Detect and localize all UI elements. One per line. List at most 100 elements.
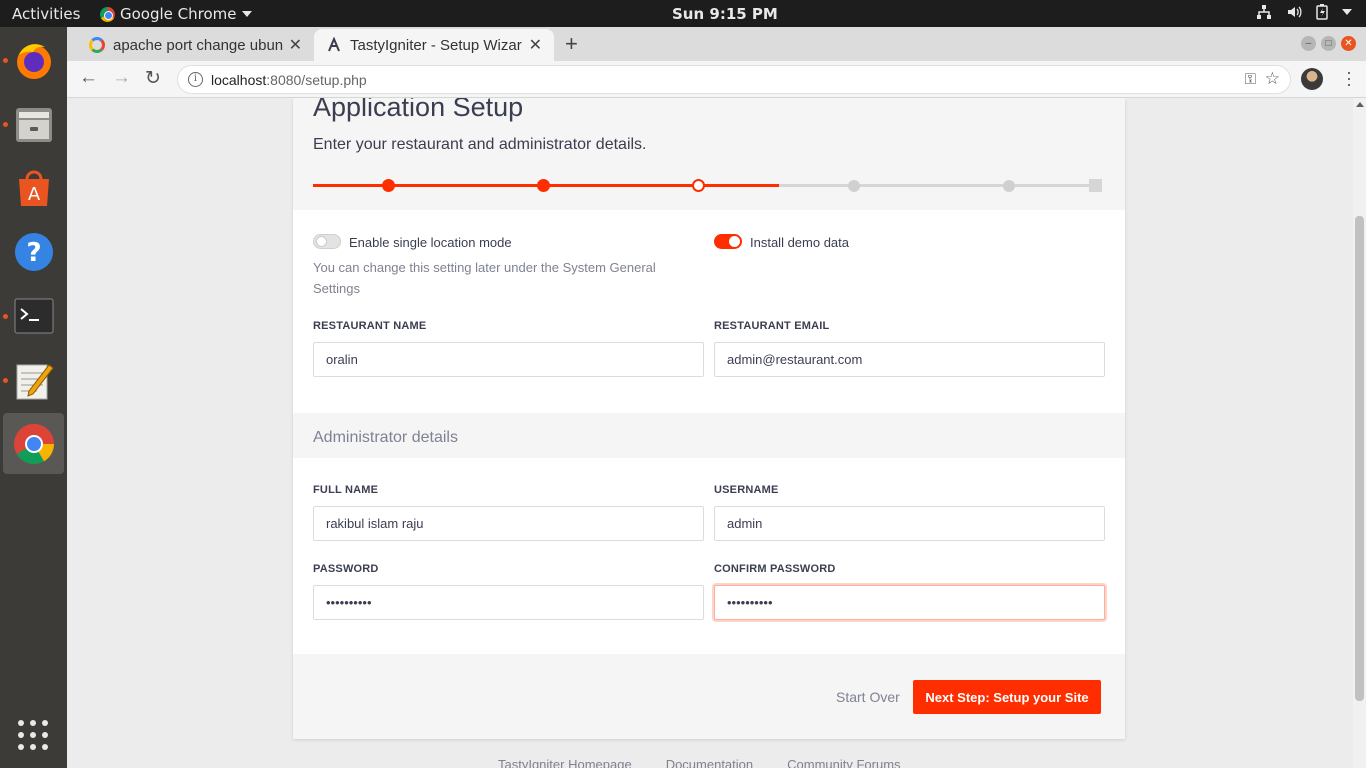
battery-icon xyxy=(1316,4,1328,20)
network-icon xyxy=(1257,5,1271,19)
close-icon[interactable]: ✕ xyxy=(529,35,542,55)
new-tab-icon[interactable]: + xyxy=(565,31,578,57)
system-menu-arrow-icon xyxy=(1342,9,1352,15)
restaurant-name-field[interactable] xyxy=(313,342,704,377)
bookmark-star-icon[interactable]: ☆ xyxy=(1265,69,1280,89)
tab-tastyigniter[interactable]: TastyIgniter - Setup Wizar ✕ xyxy=(314,29,554,61)
volume-icon xyxy=(1288,6,1302,18)
progress-step-6 xyxy=(1089,179,1102,192)
chevron-down-icon xyxy=(241,11,252,17)
full-name-label: FULL NAME xyxy=(313,484,379,496)
progress-step-1 xyxy=(382,179,395,192)
confirm-password-label: CONFIRM PASSWORD xyxy=(714,563,836,575)
page-subtitle: Enter your restaurant and administrator … xyxy=(313,136,647,153)
admin-section-title: Administrator details xyxy=(313,429,458,446)
footer-links: TastyIgniter Homepage Documentation Comm… xyxy=(498,757,901,768)
svg-text:A: A xyxy=(28,184,41,205)
back-icon[interactable]: ← xyxy=(79,67,98,89)
demo-data-toggle[interactable] xyxy=(714,234,742,249)
files-icon xyxy=(16,108,52,142)
restaurant-email-label: RESTAURANT EMAIL xyxy=(714,320,830,332)
confirm-password-field[interactable] xyxy=(714,585,1105,620)
text-editor-icon xyxy=(16,364,54,400)
chrome-icon xyxy=(100,6,115,22)
maximize-icon[interactable]: □ xyxy=(1321,36,1336,51)
username-label: USERNAME xyxy=(714,484,779,496)
progress-step-5 xyxy=(1003,180,1015,192)
forward-icon[interactable]: → xyxy=(112,67,131,89)
dock-text-editor[interactable] xyxy=(3,349,64,410)
system-tray[interactable] xyxy=(1256,4,1352,20)
close-icon[interactable]: ✕ xyxy=(289,35,302,55)
window-controls: – □ ✕ xyxy=(1301,36,1356,51)
dock-firefox[interactable] xyxy=(3,29,64,90)
toggle-knob xyxy=(316,236,327,247)
chrome-icon xyxy=(14,424,54,464)
firefox-icon xyxy=(17,44,51,79)
restaurant-name-label: RESTAURANT NAME xyxy=(313,320,427,332)
show-applications-icon[interactable] xyxy=(17,719,49,751)
dock-help[interactable]: ? xyxy=(3,221,64,282)
page-viewport: Application Setup Enter your restaurant … xyxy=(67,98,1353,768)
restaurant-email-field[interactable] xyxy=(714,342,1105,377)
ubuntu-dock: A ? xyxy=(0,27,67,768)
app-menu-label: Google Chrome xyxy=(120,5,237,23)
minimize-icon[interactable]: – xyxy=(1301,36,1316,51)
browser-toolbar: ← → ↻ i localhost:8080/setup.php ⚿ ☆ · · · xyxy=(67,61,1366,98)
scrollbar-thumb[interactable] xyxy=(1355,216,1364,701)
more-menu-icon[interactable]: · · · xyxy=(1346,63,1352,93)
tastyigniter-favicon-icon xyxy=(328,37,340,52)
footer-link-documentation[interactable]: Documentation xyxy=(666,757,753,768)
gnome-top-bar: Activities Google Chrome Sun 9:15 PM xyxy=(0,0,1366,27)
address-bar[interactable]: i localhost:8080/setup.php ⚿ ☆ xyxy=(177,65,1291,94)
profile-avatar[interactable] xyxy=(1301,68,1323,90)
single-location-toggle[interactable] xyxy=(313,234,341,249)
url-path: :8080/setup.php xyxy=(266,72,367,88)
setup-progress xyxy=(313,178,1103,194)
software-center-icon: A xyxy=(19,170,49,206)
setup-header: Application Setup Enter your restaurant … xyxy=(293,98,1125,210)
footer-link-homepage[interactable]: TastyIgniter Homepage xyxy=(498,757,632,768)
google-icon xyxy=(89,37,105,53)
progress-step-4 xyxy=(848,180,860,192)
terminal-icon xyxy=(14,298,54,334)
start-over-link[interactable]: Start Over xyxy=(836,689,900,705)
clock[interactable]: Sun 9:15 PM xyxy=(672,5,778,23)
progress-step-2 xyxy=(537,179,550,192)
app-menu[interactable]: Google Chrome xyxy=(100,5,252,23)
url-text[interactable]: localhost:8080/setup.php xyxy=(211,72,367,88)
window-close-icon[interactable]: ✕ xyxy=(1341,36,1356,51)
help-icon: ? xyxy=(15,233,53,271)
site-info-icon[interactable]: i xyxy=(188,72,203,87)
tab-title: apache port change ubun xyxy=(113,36,283,54)
password-label: PASSWORD xyxy=(313,563,379,575)
setup-card: Application Setup Enter your restaurant … xyxy=(293,98,1125,739)
password-field[interactable] xyxy=(313,585,704,620)
svg-text:?: ? xyxy=(26,238,41,268)
demo-data-label: Install demo data xyxy=(750,235,850,250)
setup-actions: Start Over Next Step: Setup your Site xyxy=(293,654,1125,739)
username-field[interactable] xyxy=(714,506,1105,541)
dock-software[interactable]: A xyxy=(3,157,64,218)
dock-terminal[interactable] xyxy=(3,285,64,346)
next-step-button[interactable]: Next Step: Setup your Site xyxy=(913,680,1101,714)
page-scrollbar[interactable] xyxy=(1353,98,1366,768)
scroll-up-icon[interactable] xyxy=(1356,102,1364,107)
dock-files[interactable] xyxy=(3,93,64,154)
activities-button[interactable]: Activities xyxy=(12,5,80,23)
progress-step-3 xyxy=(692,179,705,192)
tab-strip: apache port change ubun ✕ TastyIgniter -… xyxy=(67,27,1366,61)
tab-title: TastyIgniter - Setup Wizar xyxy=(350,36,522,54)
key-icon[interactable]: ⚿ xyxy=(1245,71,1256,88)
page-title: Application Setup xyxy=(313,98,524,122)
admin-section-header: Administrator details xyxy=(293,413,1125,458)
single-location-help: You can change this setting later under … xyxy=(313,260,656,296)
reload-icon[interactable]: ↻ xyxy=(145,67,161,90)
single-location-label: Enable single location mode xyxy=(349,235,512,250)
tab-apache-search[interactable]: apache port change ubun ✕ xyxy=(77,29,314,61)
footer-link-forums[interactable]: Community Forums xyxy=(787,757,900,768)
dock-chrome[interactable] xyxy=(3,413,64,474)
url-host: localhost xyxy=(211,72,267,88)
full-name-field[interactable] xyxy=(313,506,704,541)
toggle-knob xyxy=(729,236,740,247)
